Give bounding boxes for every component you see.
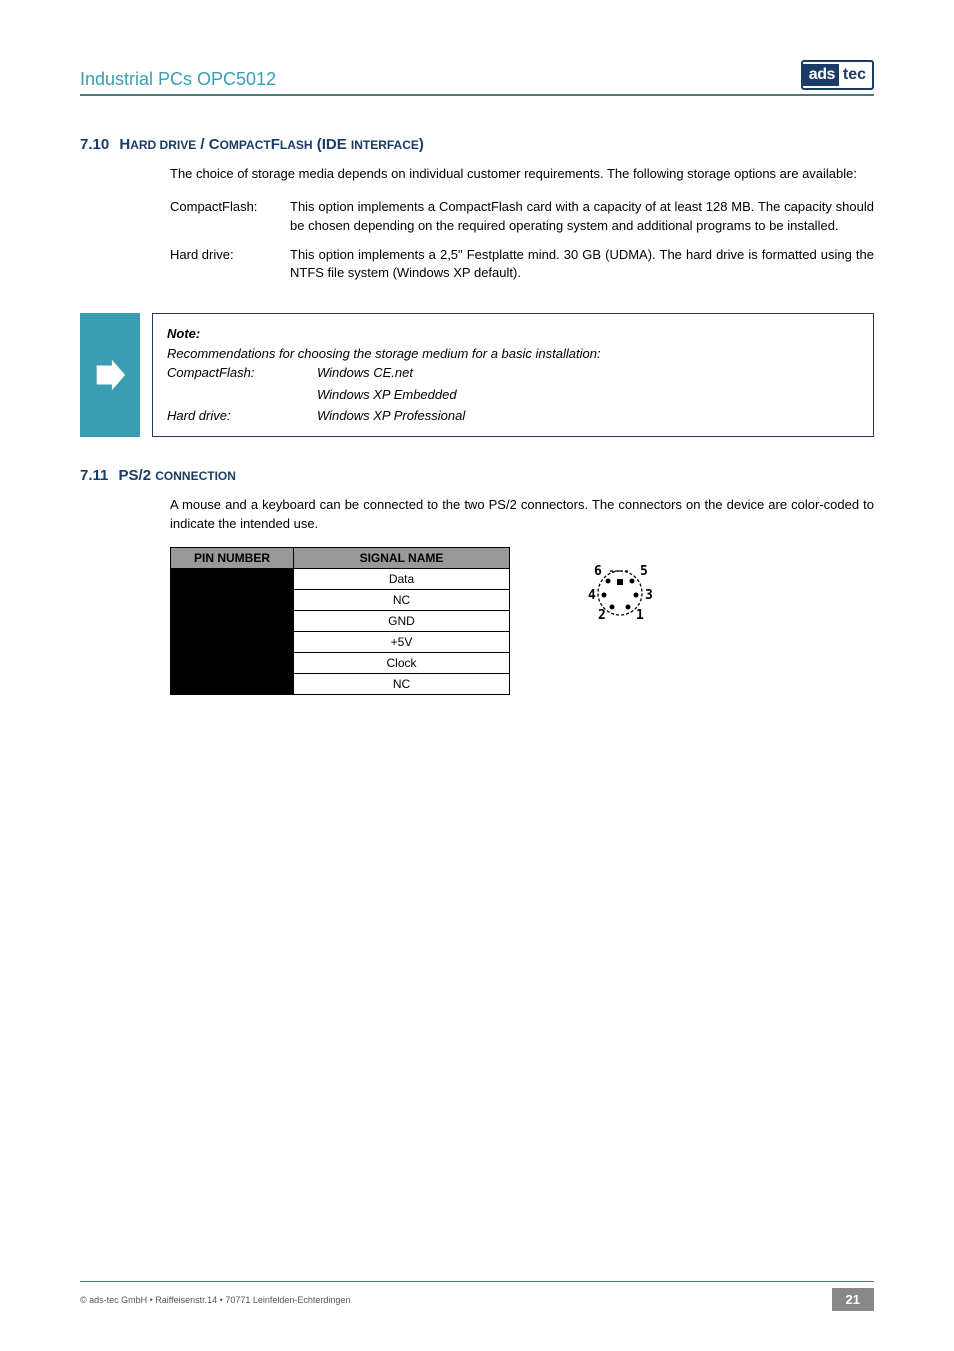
definition-list: CompactFlash: This option implements a C… <box>170 198 874 283</box>
note-k2: Hard drive: <box>167 406 317 426</box>
signal-cell: GND <box>294 611 510 632</box>
ps2-connector-diagram: 6 5 4 3 2 1 <box>580 555 660 628</box>
pin-cell <box>171 653 294 674</box>
term-compactflash: CompactFlash: <box>170 198 290 236</box>
page-number: 21 <box>832 1288 874 1311</box>
section-7-11-heading: 7.11 PS/2 CONNECTION <box>80 467 874 484</box>
section-7-10-intro: The choice of storage media depends on i… <box>170 165 874 184</box>
page-header: Industrial PCs OPC5012 ads tec <box>80 60 874 96</box>
th-signal: SIGNAL NAME <box>294 548 510 569</box>
note-v0: Windows CE.net <box>317 363 859 383</box>
pin-cell <box>171 674 294 695</box>
pin-cell <box>171 611 294 632</box>
h-b: ARD DRIVE <box>130 138 196 152</box>
signal-cell: +5V <box>294 632 510 653</box>
h-h: INTERFACE <box>351 138 419 152</box>
note-k1 <box>167 385 317 405</box>
svg-text:6: 6 <box>594 564 602 579</box>
note-v2: Windows XP Professional <box>317 406 859 426</box>
note-line: Recommendations for choosing the storage… <box>167 344 859 364</box>
th-pin: PIN NUMBER <box>171 548 294 569</box>
svg-text:4: 4 <box>588 588 596 603</box>
h-c: / C <box>196 136 219 153</box>
h2-b: CONNECTION <box>155 469 236 483</box>
section-number-2: 7.11 <box>80 467 108 484</box>
h-g: (IDE <box>313 136 351 153</box>
pin-cell <box>171 632 294 653</box>
desc-compactflash: This option implements a CompactFlash ca… <box>290 198 874 236</box>
h-e: F <box>271 136 280 153</box>
note-arrow-icon <box>80 313 140 437</box>
header-title: Industrial PCs OPC5012 <box>80 69 276 90</box>
note-block: Note: Recommendations for choosing the s… <box>80 313 874 437</box>
section-7-10-heading: 7.10 HARD DRIVE / COMPACTFLASH (IDE INTE… <box>80 136 874 153</box>
svg-text:3: 3 <box>645 588 653 603</box>
h-a: H <box>119 136 130 153</box>
section-7-11-intro: A mouse and a keyboard can be connected … <box>170 496 874 534</box>
logo: ads tec <box>801 60 874 90</box>
note-v1: Windows XP Embedded <box>317 385 859 405</box>
pin-cell <box>171 569 294 590</box>
h-f: LASH <box>280 138 313 152</box>
h-d: OMPACT <box>220 138 271 152</box>
signal-cell: NC <box>294 590 510 611</box>
h-i: ) <box>419 136 424 153</box>
desc-harddrive: This option implements a 2,5" Festplatte… <box>290 246 874 284</box>
svg-text:1: 1 <box>636 608 644 623</box>
note-title: Note: <box>167 324 859 344</box>
page-footer: © ads-tec GmbH • Raiffeisenstr.14 • 7077… <box>80 1281 874 1311</box>
signal-cell: NC <box>294 674 510 695</box>
note-k0: CompactFlash: <box>167 363 317 383</box>
footer-copyright: © ads-tec GmbH • Raiffeisenstr.14 • 7077… <box>80 1295 350 1305</box>
svg-text:5: 5 <box>640 564 648 579</box>
pin-cell <box>171 590 294 611</box>
term-harddrive: Hard drive: <box>170 246 290 284</box>
svg-text:2: 2 <box>598 608 606 623</box>
logo-right: tec <box>839 64 872 86</box>
pin-table: PIN NUMBER SIGNAL NAME Data NC GND +5V C… <box>170 547 510 695</box>
section-number: 7.10 <box>80 136 109 153</box>
signal-cell: Clock <box>294 653 510 674</box>
signal-cell: Data <box>294 569 510 590</box>
logo-left: ads <box>803 64 839 86</box>
h2-a: PS/2 <box>119 467 156 484</box>
